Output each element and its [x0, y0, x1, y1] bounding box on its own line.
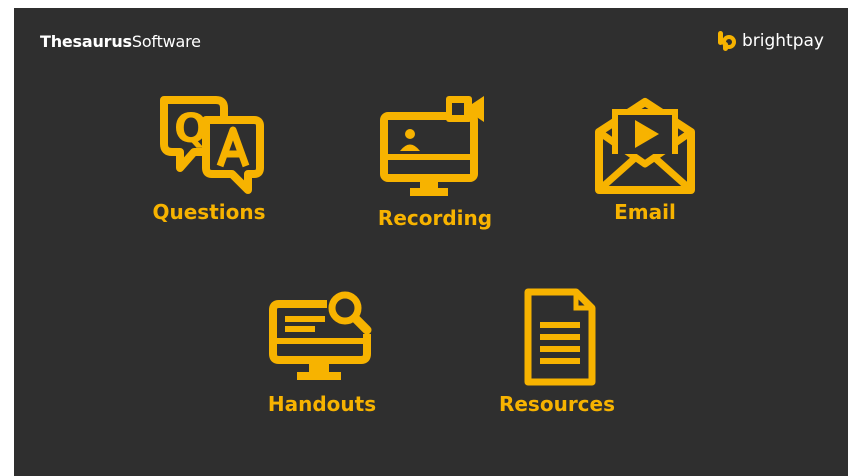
brightpay-logo: brightpay: [716, 30, 824, 52]
brightpay-logo-text: brightpay: [741, 31, 824, 51]
tile-questions-label: Questions: [152, 200, 266, 224]
envelope-play-icon: [595, 98, 695, 194]
company-name-bold: Thesaurus: [40, 32, 132, 51]
video-monitor-icon: [380, 96, 484, 196]
slide-canvas: ThesaurusSoftware brightpay Q Questions: [14, 8, 848, 476]
tile-recording[interactable]: Recording: [370, 96, 500, 230]
tile-resources[interactable]: Resources: [492, 288, 622, 416]
tile-resources-label: Resources: [498, 392, 616, 416]
thesaurus-software-logo: ThesaurusSoftware: [40, 32, 201, 51]
company-name-regular: Software: [131, 32, 201, 51]
brightpay-logo-icon: [717, 31, 736, 51]
tile-questions[interactable]: Q Questions: [144, 96, 274, 224]
monitor-search-icon: [269, 291, 372, 380]
document-icon: [524, 288, 596, 386]
tile-handouts-label: Handouts: [267, 392, 377, 416]
tile-email[interactable]: Email: [580, 96, 710, 224]
qa-chat-icon: Q: [160, 96, 264, 194]
tile-email-label: Email: [614, 200, 676, 224]
tile-handouts[interactable]: Handouts: [257, 288, 387, 416]
tile-recording-label: Recording: [377, 206, 493, 230]
